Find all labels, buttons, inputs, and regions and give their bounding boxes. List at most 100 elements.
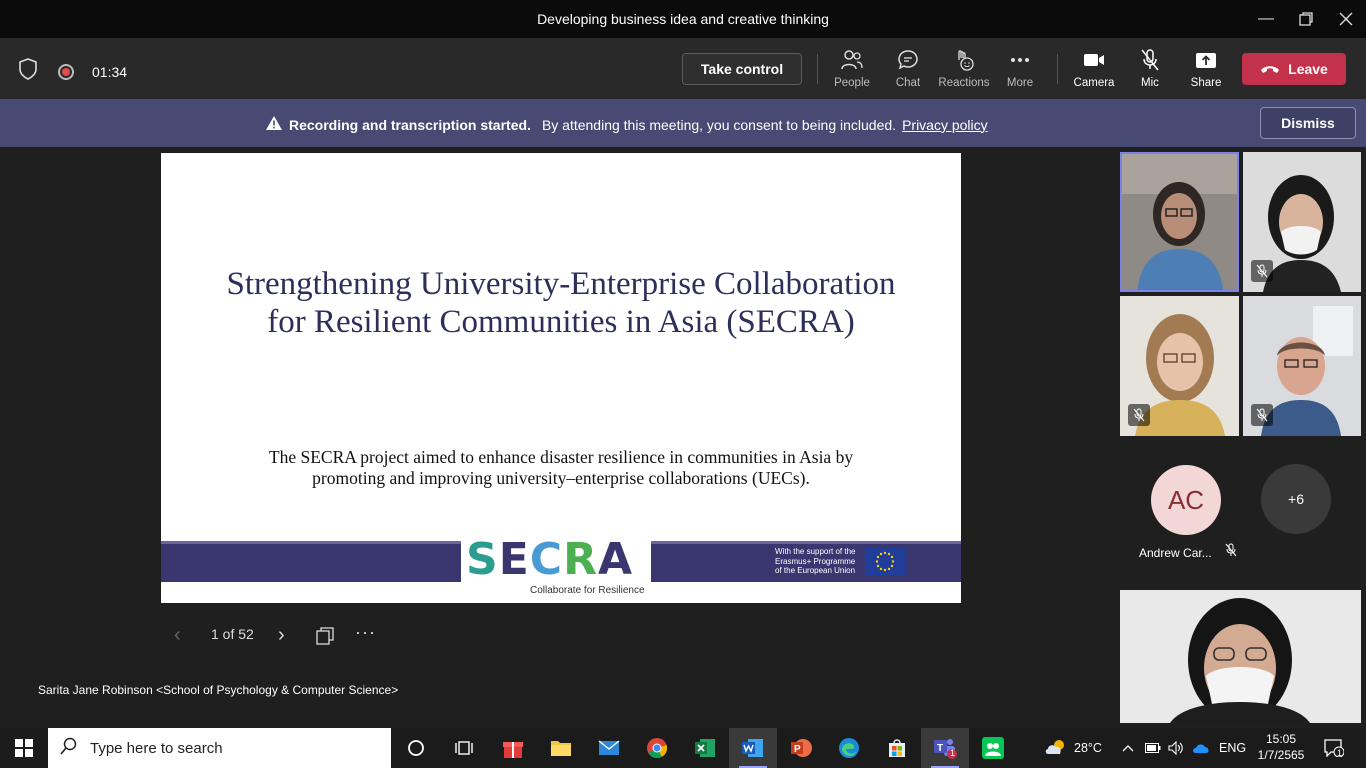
more-participants-button[interactable]: +6 — [1261, 464, 1331, 534]
search-icon — [60, 737, 78, 760]
store-icon[interactable] — [873, 728, 921, 768]
weather-widget[interactable]: 28°C — [1044, 728, 1102, 768]
language-indicator[interactable]: ENG — [1219, 728, 1246, 768]
mic-label: Mic — [1141, 77, 1159, 89]
taskbar: Type here to search P T 1 28°C ENG 15:05… — [0, 728, 1366, 768]
previous-slide-icon[interactable]: ‹ — [174, 624, 181, 647]
dismiss-button[interactable]: Dismiss — [1260, 107, 1356, 139]
svg-text:P: P — [794, 744, 801, 755]
notification-center-icon[interactable]: 1 — [1324, 728, 1344, 768]
more-icon — [1010, 48, 1030, 72]
logo-letter: C — [529, 534, 564, 585]
logo-letter: S — [466, 534, 499, 585]
eu-flag-icon — [865, 548, 905, 575]
phone-hangup-icon — [1260, 61, 1280, 77]
participant-video-tile[interactable] — [1120, 152, 1239, 292]
cloudy-weather-icon — [1044, 738, 1068, 759]
temperature: 28°C — [1074, 741, 1102, 755]
eu-support-line: With the support of the — [775, 547, 856, 556]
task-view-icon[interactable] — [440, 728, 488, 768]
slide-more-icon[interactable]: ··· — [355, 622, 376, 643]
participant-name: Andrew Car... — [1139, 543, 1237, 560]
muted-mic-icon — [1251, 260, 1273, 282]
reactions-label: Reactions — [938, 77, 990, 89]
title-bar: Developing business idea and creative th… — [0, 0, 1366, 38]
warning-icon — [265, 115, 283, 134]
powerpoint-icon[interactable]: P — [777, 728, 825, 768]
banner-message: Recording and transcription started. By … — [265, 115, 988, 134]
shield-icon[interactable] — [18, 58, 38, 85]
system-clock[interactable]: 15:05 1/7/2565 — [1256, 731, 1306, 763]
meeting-timer: 01:34 — [92, 63, 128, 80]
windows-start-icon[interactable] — [0, 728, 48, 768]
taskbar-search-input[interactable]: Type here to search — [48, 728, 391, 768]
participant-name-text: Andrew Car... — [1139, 546, 1212, 560]
show-hidden-icons-icon[interactable] — [1122, 728, 1134, 768]
participant-video-tile[interactable] — [1243, 296, 1361, 436]
mic-button[interactable]: Mic — [1122, 48, 1178, 92]
clock-date: 1/7/2565 — [1257, 748, 1305, 762]
self-view-tile[interactable] — [1120, 590, 1361, 723]
eu-support-text: With the support of the Erasmus+ Program… — [775, 547, 856, 576]
line-app-icon[interactable] — [969, 728, 1017, 768]
teams-icon[interactable]: T 1 — [921, 728, 969, 768]
volume-icon[interactable] — [1168, 728, 1184, 768]
chrome-icon[interactable] — [633, 728, 681, 768]
banner-title: Recording and transcription started. — [289, 116, 531, 133]
close-icon[interactable] — [1326, 0, 1366, 38]
share-button[interactable]: Share — [1178, 48, 1234, 92]
edge-icon[interactable] — [825, 728, 873, 768]
reactions-button[interactable]: Reactions — [936, 48, 992, 92]
camera-label: Camera — [1073, 77, 1115, 89]
chat-button[interactable]: Chat — [880, 48, 936, 92]
excel-icon[interactable] — [681, 728, 729, 768]
shared-slide: Strengthening University-Enterprise Coll… — [161, 153, 961, 603]
onedrive-icon[interactable] — [1192, 728, 1210, 768]
presenter-name: Sarita Jane Robinson <School of Psycholo… — [38, 683, 399, 697]
slide-tagline: Collaborate for Resilience — [530, 585, 645, 596]
camera-button[interactable]: Camera — [1066, 48, 1122, 92]
privacy-policy-link[interactable]: Privacy policy — [902, 117, 988, 133]
camera-icon — [1083, 48, 1105, 72]
search-placeholder: Type here to search — [90, 739, 223, 757]
file-explorer-icon[interactable] — [537, 728, 585, 768]
muted-mic-icon — [1225, 543, 1237, 560]
muted-mic-icon — [1251, 404, 1273, 426]
slide-overview-icon[interactable] — [316, 627, 334, 648]
avatar[interactable]: AC — [1151, 465, 1221, 535]
next-slide-icon[interactable]: › — [278, 624, 285, 647]
slide-navigation: ‹ 1 of 52 › ··· — [170, 622, 390, 652]
mic-off-icon — [1139, 48, 1161, 72]
people-button[interactable]: People — [824, 48, 880, 92]
self-view-video — [1120, 590, 1361, 723]
chat-icon — [897, 48, 919, 72]
eu-support-line: Erasmus+ Programme — [775, 556, 856, 566]
meeting-status: 01:34 — [18, 58, 127, 85]
battery-icon[interactable] — [1145, 728, 1161, 768]
logo-letter: R — [563, 534, 598, 585]
people-icon — [840, 48, 864, 72]
word-icon[interactable] — [729, 728, 777, 768]
leave-button[interactable]: Leave — [1242, 53, 1346, 85]
teams-badge: 1 — [950, 748, 956, 758]
mail-icon[interactable] — [585, 728, 633, 768]
notification-count: 1 — [1337, 748, 1343, 758]
leave-label: Leave — [1288, 61, 1328, 77]
slide-counter: 1 of 52 — [211, 626, 254, 642]
cortana-icon[interactable] — [392, 728, 440, 768]
recording-icon — [58, 63, 74, 80]
participant-video-tile[interactable] — [1120, 296, 1239, 436]
toolbar-divider — [817, 54, 818, 84]
minimize-icon[interactable]: — — [1246, 0, 1286, 38]
banner-text: By attending this meeting, you consent t… — [541, 116, 897, 133]
participant-video-tile[interactable] — [1243, 152, 1361, 292]
slide-title: Strengthening University-Enterprise Coll… — [226, 266, 896, 340]
more-label: More — [1006, 77, 1034, 89]
take-control-button[interactable]: Take control — [682, 53, 802, 85]
eu-support-line: of the European Union — [775, 566, 856, 575]
share-label: Share — [1190, 77, 1222, 89]
maximize-icon[interactable] — [1286, 0, 1326, 38]
more-button[interactable]: More — [992, 48, 1048, 92]
clock-time: 15:05 — [1265, 732, 1297, 746]
gift-app-icon[interactable] — [489, 728, 537, 768]
